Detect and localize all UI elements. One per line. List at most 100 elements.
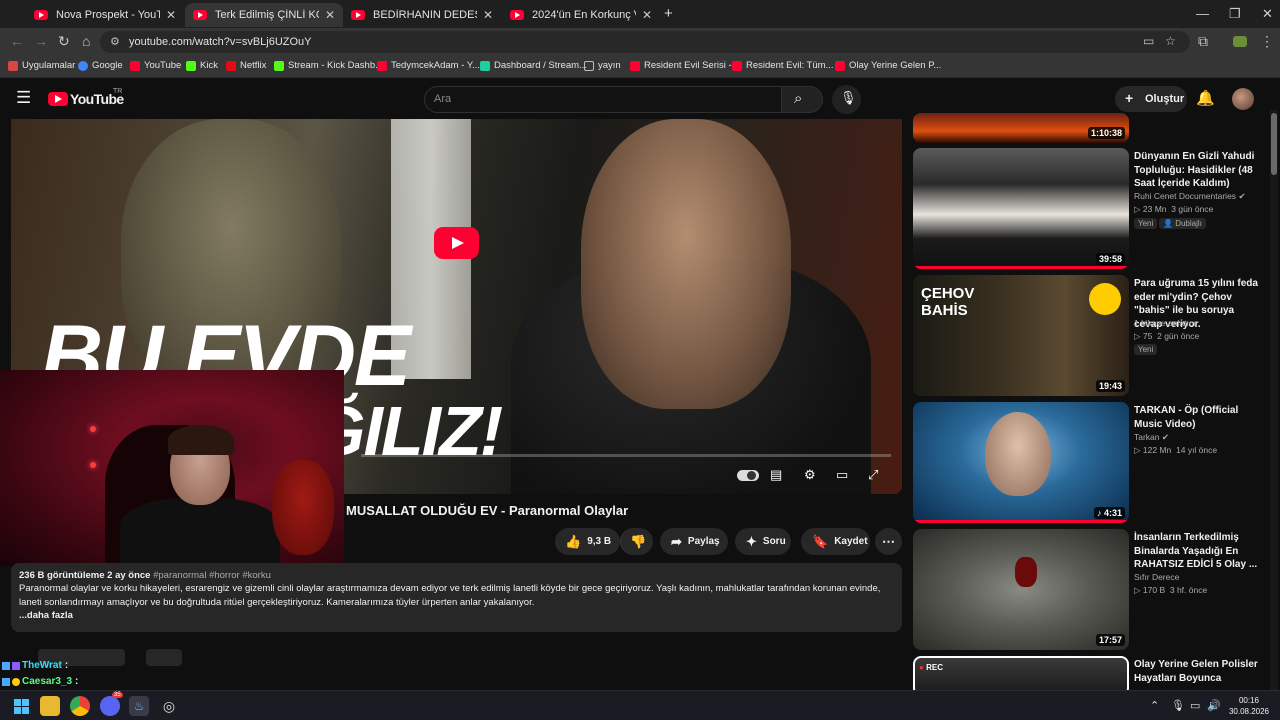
new-badge: Yeni — [1134, 344, 1158, 355]
youtube-icon — [130, 60, 140, 71]
chat-badge-icon — [2, 661, 10, 670]
recommendation-thumbnail[interactable]: ● REC — [913, 656, 1129, 690]
hashtags[interactable]: #paranormal #horror #korku — [153, 570, 271, 581]
show-more-link[interactable]: ...daha fazla — [19, 609, 894, 622]
tab-bedirhan[interactable]: BEDİRHANIN DEDESİNİN EVİNE ✕ — [343, 3, 501, 27]
page-scrollbar-thumb[interactable] — [1271, 113, 1277, 175]
recommendation-title[interactable]: Dünyanın En Gizli Yahudi Topluluğu: Hasi… — [1134, 150, 1259, 191]
bookmark-apps[interactable]: Uygulamalar — [8, 60, 75, 71]
file-explorer-icon[interactable] — [40, 696, 60, 716]
recommendation-title[interactable]: TARKAN - Öp (Official Music Video) — [1134, 404, 1259, 431]
recommendation-thumbnail[interactable]: ÇEHOV BAHİS 19:43 — [913, 275, 1129, 396]
recommendation-channel[interactable]: Ruhi Cenet Documentaries ✔ — [1134, 191, 1246, 202]
clock[interactable]: 00:16 30.08.2026 — [1226, 695, 1272, 717]
close-icon[interactable]: ✕ — [642, 8, 652, 22]
recommendation-thumbnail[interactable]: ♪ 4:31 — [913, 402, 1129, 523]
windows-logo — [13, 698, 29, 714]
save-button[interactable]: 🔖 Kaydet — [801, 528, 870, 555]
recommendation-item[interactable]: ÇEHOV BAHİS 19:43 Para uğruma 15 yılını … — [913, 275, 1263, 396]
cast-icon[interactable]: ▭ — [1143, 34, 1154, 48]
notifications-bell-icon[interactable]: 🔔 — [1196, 89, 1215, 107]
theater-mode-icon[interactable]: ▭ — [836, 467, 848, 483]
tray-expand-icon[interactable]: ⌃ — [1150, 699, 1159, 712]
page-scrollbar-track[interactable] — [1270, 110, 1278, 690]
more-actions-button[interactable]: ⋯ — [875, 528, 902, 555]
tab-korkunc-video[interactable]: 2024'ün En Korkunç Videosu - I ✕ — [502, 3, 660, 27]
avatar[interactable] — [1232, 88, 1254, 110]
new-tab-button[interactable]: + — [664, 5, 673, 22]
create-button[interactable]: + Oluştur — [1115, 86, 1187, 112]
steam-icon[interactable]: ♨ — [129, 696, 149, 716]
recommendation-item[interactable]: ● REC Olay Yerine Gelen Polisler Hayatla… — [913, 656, 1263, 690]
bookmark-kick-dashboard[interactable]: Stream - Kick Dashb... — [274, 60, 383, 71]
recommendation-thumbnail[interactable]: 17:57 — [913, 529, 1129, 650]
bookmark-resident-evil-tum[interactable]: Resident Evil: Tüm... — [732, 60, 833, 71]
chrome-icon[interactable] — [70, 696, 90, 716]
restore-icon[interactable]: ❐ — [1229, 6, 1241, 22]
windows-start-icon[interactable] — [11, 696, 31, 716]
volume-icon[interactable]: 🔊 — [1207, 699, 1221, 712]
address-bar[interactable]: ⚙ youtube.com/watch?v=svBLj6UZOuY ▭ ☆ — [100, 31, 1190, 53]
recommendation-channel[interactable]: Tarkan ✔ — [1134, 432, 1169, 443]
recommendation-title[interactable]: Olay Yerine Gelen Polisler Hayatları Boy… — [1134, 658, 1259, 685]
autoplay-toggle[interactable] — [737, 470, 759, 481]
microphone-tray-icon[interactable]: 🎙 — [1171, 699, 1185, 712]
recommendation-thumbnail[interactable]: 1:10:38 — [913, 113, 1129, 143]
profile-extension-icon[interactable] — [1233, 36, 1247, 47]
channel-name[interactable]: Tarkan — [1134, 432, 1160, 442]
bookmark-yayin-folder[interactable]: yayın — [584, 60, 621, 71]
like-button[interactable]: 👍 9,3 B — [555, 528, 620, 555]
fullscreen-icon[interactable]: ⤢ — [868, 467, 878, 483]
voice-search-button[interactable]: 🎙 — [832, 85, 861, 114]
close-icon[interactable]: ✕ — [166, 8, 176, 22]
site-info-icon[interactable]: ⚙ — [110, 35, 120, 48]
home-icon[interactable]: ⌂ — [82, 33, 90, 49]
recommendation-channel[interactable]: 1 hikaye anlatıcı — [1134, 318, 1195, 328]
bookmark-star-icon[interactable]: ☆ — [1165, 34, 1176, 48]
settings-gear-icon[interactable]: ⚙ — [804, 467, 816, 483]
reload-icon[interactable]: ↻ — [58, 33, 70, 50]
extensions-icon[interactable]: ⧉ — [1198, 33, 1208, 50]
close-icon[interactable]: ✕ — [325, 8, 335, 22]
recommendation-item[interactable]: 39:58 Dünyanın En Gizli Yahudi Topluluğu… — [913, 148, 1263, 269]
minimize-icon[interactable]: — — [1196, 6, 1209, 21]
play-button[interactable] — [434, 227, 479, 259]
close-window-icon[interactable]: ✕ — [1262, 6, 1273, 22]
video-progress-bar[interactable] — [361, 454, 891, 457]
channel-name[interactable]: Ruhi Cenet Documentaries — [1134, 191, 1236, 201]
tab-nova-prospekt[interactable]: Nova Prospekt - YouTube ✕ — [26, 3, 184, 27]
obs-icon[interactable]: ◎ — [159, 696, 179, 716]
bookmark-netflix[interactable]: Netflix — [226, 60, 266, 71]
bookmark-resident-evil-serisi[interactable]: Resident Evil Serisi -... — [630, 60, 740, 71]
hamburger-menu-icon[interactable]: ☰ — [16, 88, 31, 108]
recommendation-channel[interactable]: Sıfır Derece — [1134, 572, 1179, 582]
bookmark-google[interactable]: Google — [78, 60, 123, 71]
subtitles-icon[interactable]: ▤ — [770, 467, 782, 483]
network-icon[interactable]: ▭ — [1190, 699, 1200, 712]
forward-icon[interactable]: → — [34, 33, 48, 49]
description-box[interactable]: 236 B görüntüleme 2 ay önce #paranormal … — [11, 563, 902, 632]
recommendation-stats: ▷ 23 Mn 3 gün önce — [1134, 204, 1214, 214]
close-icon[interactable]: ✕ — [483, 8, 493, 22]
bookmark-olay-yerine[interactable]: Olay Yerine Gelen P... — [835, 60, 941, 71]
share-button[interactable]: ➦ Paylaş — [660, 528, 728, 555]
back-icon[interactable]: ← — [10, 33, 24, 49]
tab-active-video[interactable]: Terk Edilmiş ÇİNLİ KÖYDE BİR G ✕ — [185, 3, 343, 27]
menu-kebab-icon[interactable]: ⋮ — [1260, 33, 1274, 50]
share-label: Paylaş — [687, 536, 720, 547]
dislike-button[interactable]: 👎 — [620, 528, 653, 555]
search-button[interactable]: ⌕ — [781, 86, 823, 113]
bookmark-stream-dashboard[interactable]: Dashboard / Stream... — [480, 60, 587, 71]
bookmark-tedymcekadam[interactable]: TedymcekAdam - Y... — [377, 60, 480, 71]
bookmark-youtube[interactable]: YouTube — [130, 60, 181, 71]
recommendation-item[interactable]: 17:57 İnsanların Terkedilmiş Binalarda Y… — [913, 529, 1263, 650]
recommendation-item[interactable]: 1:10:38 — [913, 113, 1263, 143]
youtube-logo-icon[interactable] — [48, 92, 68, 106]
search-input[interactable]: Ara — [424, 86, 782, 113]
recommendation-item[interactable]: ♪ 4:31 TARKAN - Öp (Official Music Video… — [913, 402, 1263, 523]
ask-button[interactable]: ✦ Soru — [735, 528, 791, 555]
bookmark-kick[interactable]: Kick — [186, 60, 218, 71]
discord-icon[interactable]: 35 — [100, 692, 123, 716]
recommendation-title[interactable]: İnsanların Terkedilmiş Binalarda Yaşadığ… — [1134, 531, 1259, 572]
recommendation-thumbnail[interactable]: 39:58 — [913, 148, 1129, 269]
